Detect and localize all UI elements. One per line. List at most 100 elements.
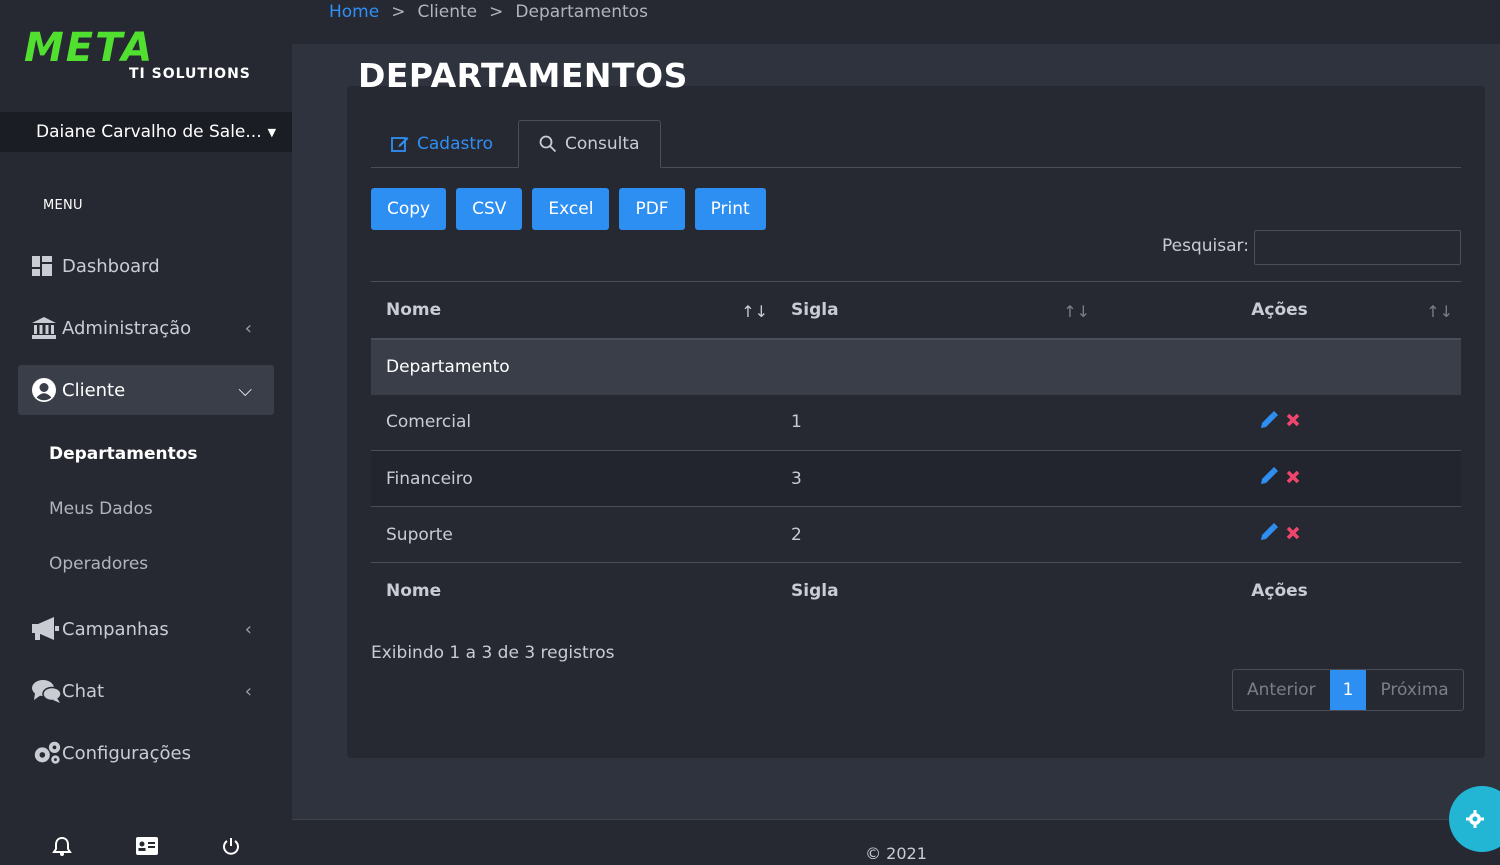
delete-x-icon[interactable] [1286, 525, 1300, 545]
tab-label: Consulta [565, 134, 640, 154]
footer-sigla: Sigla [791, 580, 839, 601]
cell-sigla: 2 [791, 524, 802, 545]
header-label: Sigla [791, 299, 839, 320]
tab-cadastro[interactable]: Cadastro [371, 120, 513, 168]
megaphone-icon [32, 617, 62, 641]
table-info: Exibindo 1 a 3 de 3 registros [371, 643, 615, 663]
cell-acoes [1098, 451, 1461, 507]
tab-label: Cadastro [417, 134, 494, 154]
breadcrumb-cliente[interactable]: Cliente [417, 2, 477, 22]
gears-icon [32, 740, 62, 766]
tab-consulta[interactable]: Consulta [518, 120, 661, 168]
sidebar-item-cliente[interactable]: Cliente ⌵ [18, 365, 274, 415]
cell-nome: Comercial [386, 412, 472, 433]
brand-logo[interactable]: META TI SOLUTIONS [24, 28, 254, 88]
column-header-acoes[interactable]: Ações ↑↓ [1098, 282, 1461, 339]
gear-icon [1466, 810, 1484, 828]
pagination-prev[interactable]: Anterior [1233, 670, 1330, 710]
header-label: Ações [1251, 299, 1308, 320]
pencil-icon[interactable] [1260, 523, 1278, 546]
breadcrumb-current: Departamentos [515, 2, 648, 22]
sidebar-item-label: Administração [62, 317, 192, 339]
sidebar-item-chat[interactable]: Chat ‹ [18, 666, 274, 716]
table-group-row: Departamento [371, 338, 1461, 395]
copy-button[interactable]: Copy [371, 188, 447, 230]
sidebar-item-campanhas[interactable]: Campanhas ‹ [18, 604, 274, 654]
user-circle-icon [32, 378, 62, 402]
alarm-bell-icon[interactable] [52, 836, 72, 861]
sidebar-subitem-meus-dados[interactable]: Meus Dados [49, 499, 153, 519]
search-label: Pesquisar: [1162, 236, 1249, 256]
departments-table: Nome ↑↓ Sigla ↑↓ Ações ↑↓ Departamento Come… [371, 281, 1461, 619]
user-name: Daiane Carvalho de Sale... [36, 122, 262, 142]
sidebar-subitem-operadores[interactable]: Operadores [49, 554, 148, 574]
bank-icon [32, 317, 62, 339]
pagination: Anterior 1 Próxima [1232, 669, 1464, 711]
brand-name: META [24, 25, 155, 71]
pencil-icon[interactable] [1260, 410, 1278, 434]
chevron-right-icon: > [391, 2, 406, 22]
user-dropdown[interactable]: Daiane Carvalho de Sale... ▼ [0, 112, 292, 152]
delete-x-icon[interactable] [1286, 469, 1300, 489]
chevron-down-icon: ⌵ [238, 379, 252, 401]
chevron-left-icon: ‹ [244, 680, 252, 702]
column-header-nome[interactable]: Nome ↑↓ [371, 282, 776, 339]
sidebar-item-label: Campanhas [62, 618, 169, 640]
edit-icon [391, 137, 409, 152]
sidebar-item-label: Cliente [62, 379, 126, 401]
copyright: © 2021 [865, 844, 927, 863]
footer-nome: Nome [386, 580, 442, 601]
id-card-icon[interactable] [136, 837, 158, 860]
cell-nome: Financeiro [386, 468, 473, 489]
sort-icon: ↑↓ [741, 302, 768, 321]
header-label: Nome [386, 299, 442, 320]
pencil-icon[interactable] [1260, 467, 1278, 490]
table-row: Suporte 2 [371, 506, 1461, 563]
group-label: Departamento [386, 357, 510, 377]
sidebar-subitem-departamentos[interactable]: Departamentos [49, 444, 198, 464]
sidebar: META TI SOLUTIONS Daiane Carvalho de Sal… [0, 0, 292, 865]
brand-subtitle: TI SOLUTIONS [129, 66, 251, 82]
cell-sigla: 3 [791, 468, 802, 489]
footer-acoes: Ações [1251, 580, 1308, 601]
sidebar-item-label: Dashboard [62, 255, 160, 277]
chevron-left-icon: ‹ [244, 618, 252, 640]
print-button[interactable]: Print [694, 188, 766, 230]
export-toolbar: Copy CSV Excel PDF Print [371, 188, 766, 230]
sort-icon: ↑↓ [1063, 302, 1090, 321]
excel-button[interactable]: Excel [532, 188, 610, 230]
sidebar-item-configuracoes[interactable]: Configurações [18, 728, 274, 778]
tab-bar: Cadastro Consulta [371, 120, 1461, 168]
breadcrumb: Home > Cliente > Departamentos [292, 0, 1500, 44]
pagination-next[interactable]: Próxima [1366, 670, 1462, 710]
comments-icon [32, 679, 62, 703]
table-footer-row: Nome Sigla Ações [371, 563, 1461, 619]
breadcrumb-home[interactable]: Home [329, 2, 379, 22]
sidebar-item-administracao[interactable]: Administração ‹ [18, 303, 274, 353]
sidebar-item-label: Configurações [62, 742, 191, 764]
cell-acoes [1098, 507, 1461, 563]
search-icon [539, 135, 557, 153]
dashboard-icon [32, 256, 62, 276]
delete-x-icon[interactable] [1286, 412, 1300, 432]
footer: © 2021 [292, 820, 1500, 865]
caret-down-icon: ▼ [267, 125, 277, 139]
sidebar-item-dashboard[interactable]: Dashboard [18, 241, 274, 291]
power-icon[interactable] [222, 837, 240, 860]
table-row: Financeiro 3 [371, 450, 1461, 507]
chevron-right-icon: > [489, 2, 504, 22]
menu-title: MENU [43, 198, 83, 213]
table-row: Comercial 1 [371, 394, 1461, 451]
search-input[interactable] [1254, 230, 1461, 265]
csv-button[interactable]: CSV [456, 188, 523, 230]
sidebar-footer-icons [0, 832, 292, 865]
content-card: Cadastro Consulta Copy CSV Excel PDF Pri… [347, 86, 1485, 758]
cell-nome: Suporte [386, 524, 453, 545]
chevron-left-icon: ‹ [244, 317, 252, 339]
page-title: DEPARTAMENTOS [358, 56, 688, 95]
column-header-sigla[interactable]: Sigla ↑↓ [776, 282, 1098, 339]
pagination-page-1[interactable]: 1 [1329, 670, 1367, 710]
sort-icon: ↑↓ [1426, 302, 1453, 321]
pdf-button[interactable]: PDF [619, 188, 685, 230]
table-header-row: Nome ↑↓ Sigla ↑↓ Ações ↑↓ [371, 281, 1461, 339]
